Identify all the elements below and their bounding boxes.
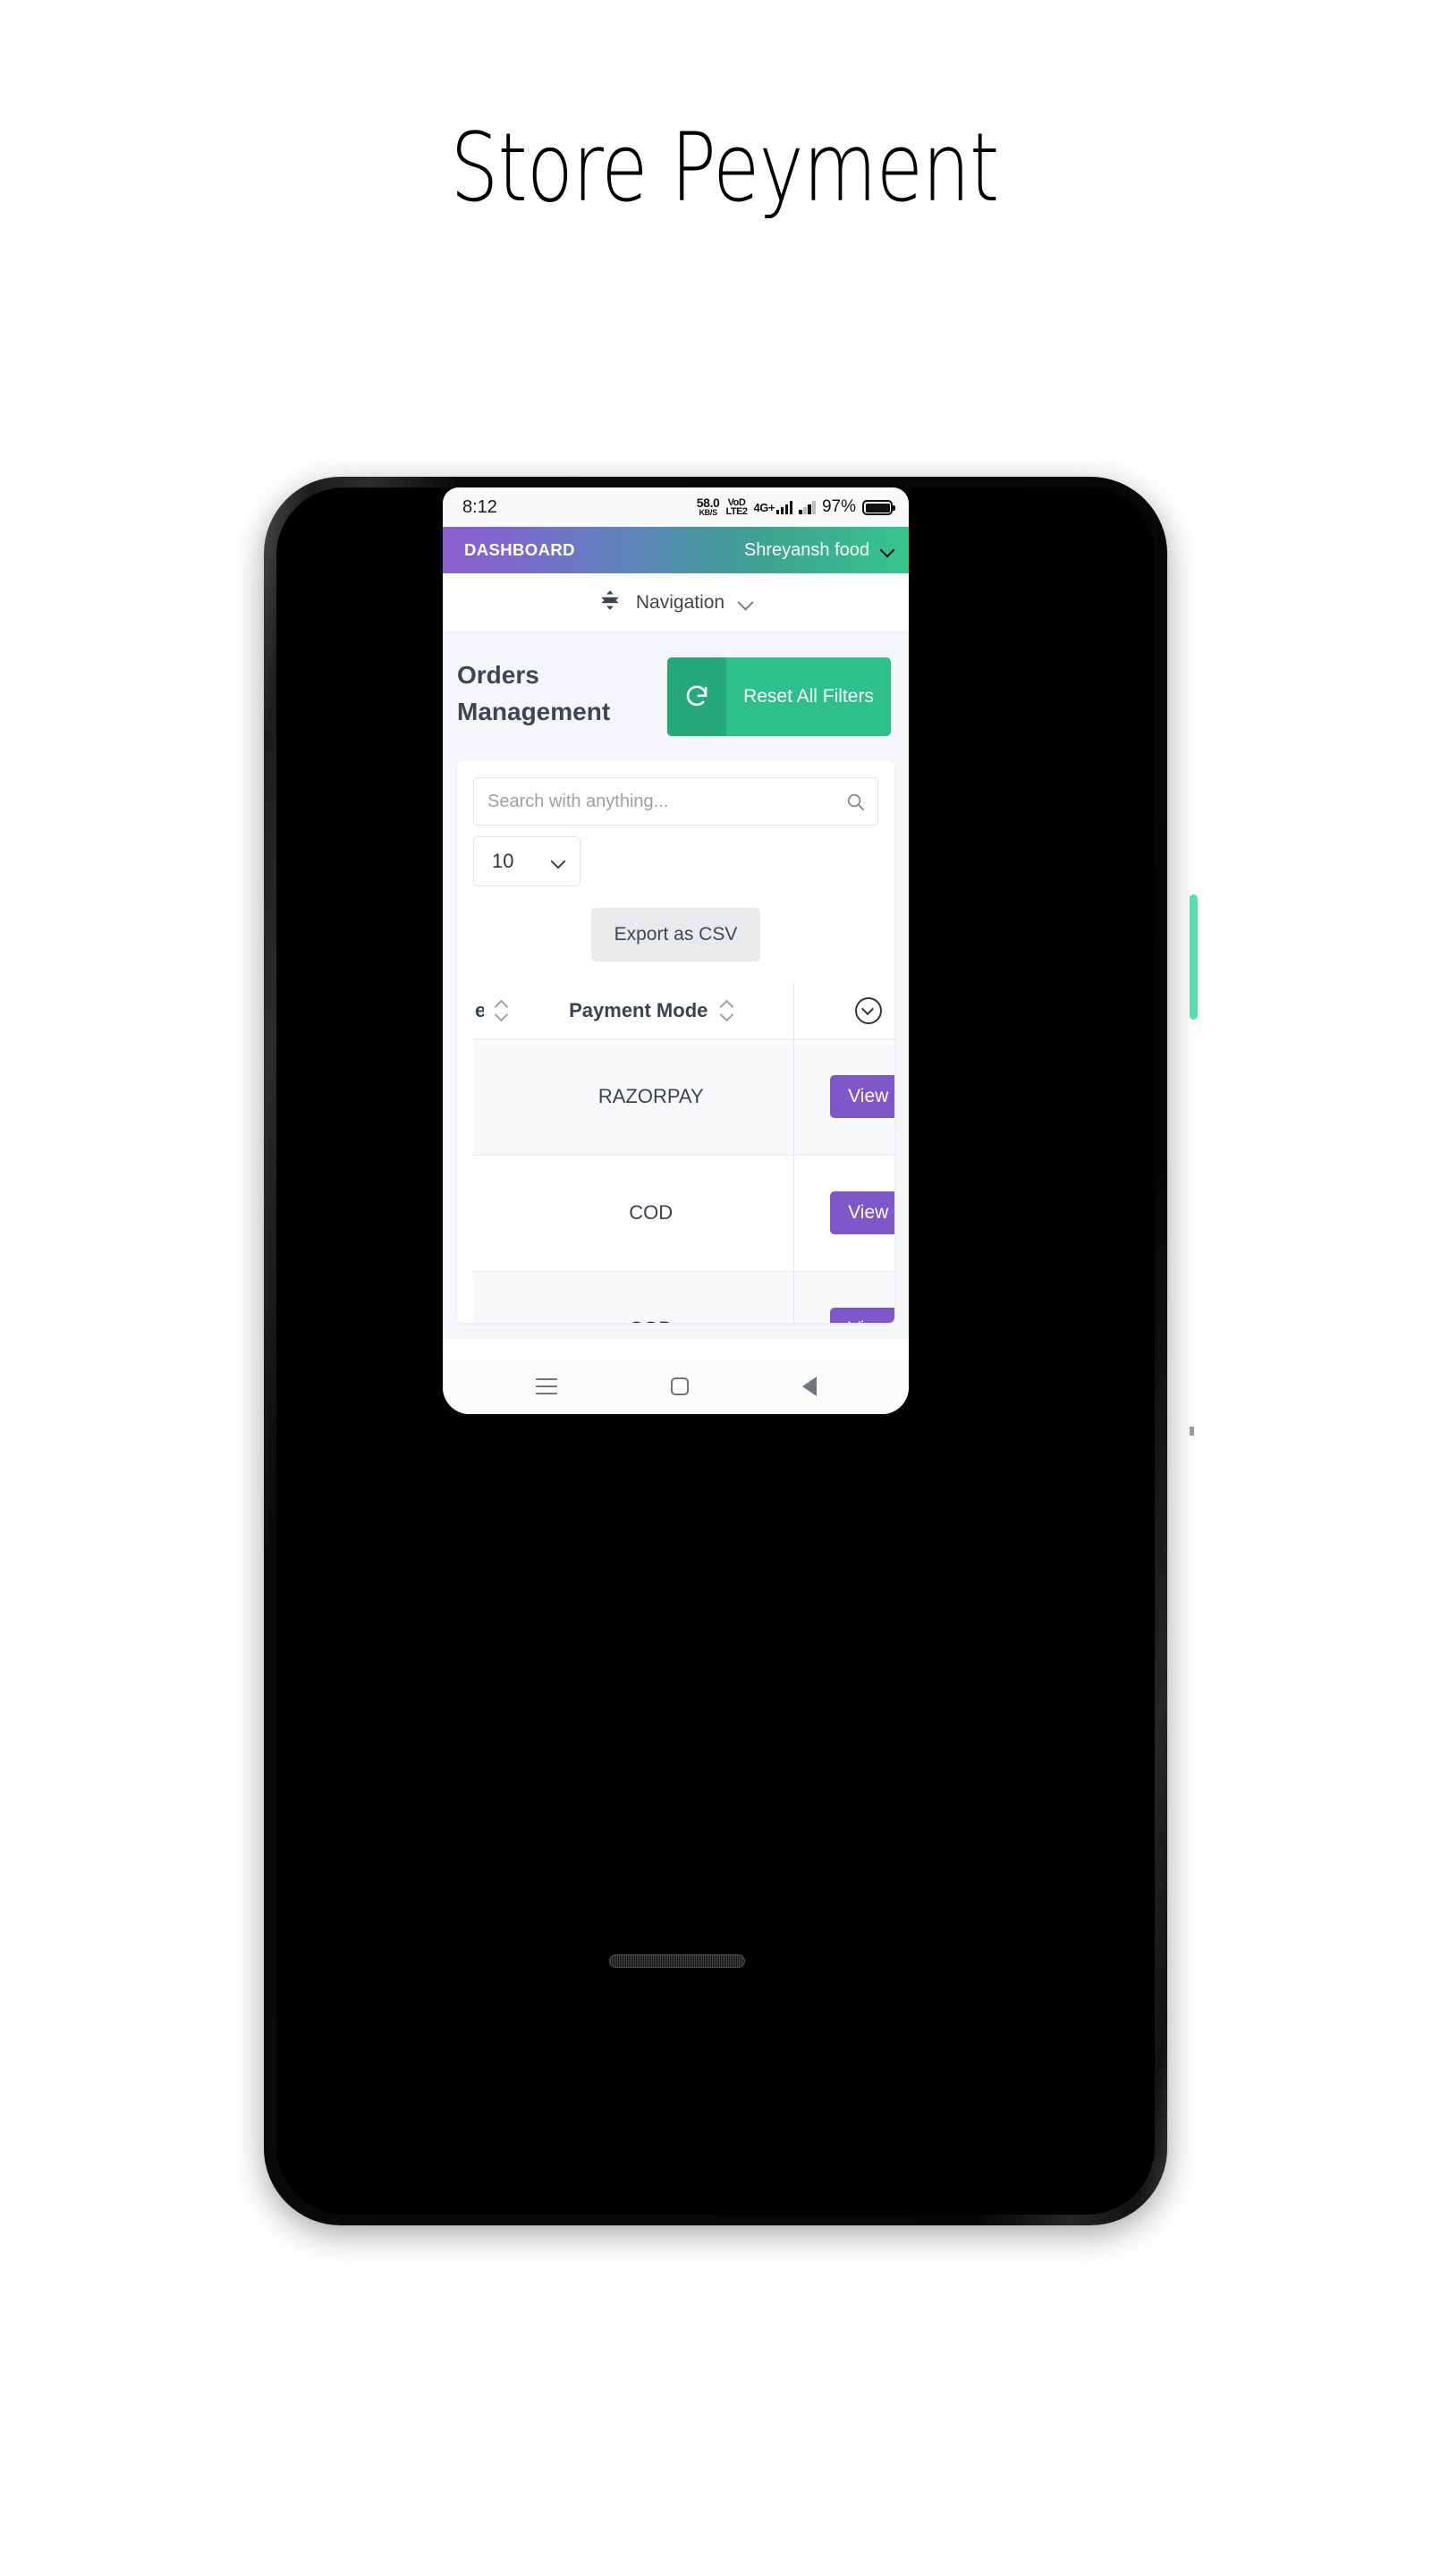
- status-icons: 58.0 KB/S VoD LTE2 4G+ 97%: [696, 496, 895, 518]
- scroll-indicator[interactable]: [1190, 894, 1198, 1020]
- row-truncated-cell: [473, 1155, 509, 1271]
- home-icon[interactable]: [670, 1377, 689, 1395]
- view-button[interactable]: View: [830, 1191, 894, 1234]
- row-payment-mode: COD: [509, 1155, 794, 1271]
- table-header-row: e Payment Mode: [473, 983, 894, 1038]
- reset-all-filters-label: Reset All Filters: [743, 685, 874, 707]
- column-header-actions[interactable]: [793, 983, 894, 1038]
- signal-bars-icon: [775, 500, 793, 514]
- battery-icon: [862, 499, 895, 515]
- status-bar: 8:12 58.0 KB/S VoD LTE2 4G+ 97%: [443, 487, 909, 527]
- network-speed-indicator: 58.0 KB/S: [696, 496, 720, 518]
- volte-bottom-label: LTE2: [725, 506, 748, 517]
- navigation-label: Navigation: [635, 591, 725, 613]
- back-icon[interactable]: [801, 1377, 817, 1396]
- chevron-down-icon: [552, 855, 565, 869]
- app-brand-title: DASHBOARD: [464, 540, 575, 559]
- bottom-speaker: [609, 1954, 745, 1968]
- orders-header: Orders Management Reset All Filters: [443, 632, 909, 736]
- scroll-dot: [1190, 1427, 1194, 1436]
- network-speed-value: 58.0: [696, 496, 720, 511]
- battery-percent: 97%: [821, 497, 856, 516]
- column-header-payment-mode[interactable]: Payment Mode: [509, 983, 794, 1038]
- table-row[interactable]: RAZORPAY View: [473, 1038, 894, 1155]
- orders-card: 10 Export as CSV: [457, 761, 894, 1323]
- status-time: 8:12: [462, 496, 497, 517]
- network-type-label: 4G+: [753, 500, 775, 514]
- store-selector[interactable]: Shreyansh food: [744, 540, 894, 561]
- circle-chevron-down-icon[interactable]: [854, 996, 882, 1024]
- orders-table-scroll[interactable]: e Payment Mode RAZORPAY View COD View: [473, 983, 894, 1323]
- search-input[interactable]: [473, 777, 878, 826]
- android-navigation-bar: [443, 1359, 909, 1414]
- row-truncated-cell: [473, 1038, 509, 1155]
- orders-title: Orders Management: [457, 661, 611, 725]
- navigation-toggle[interactable]: Navigation: [443, 573, 909, 632]
- orders-table: e Payment Mode RAZORPAY View COD View: [473, 983, 894, 1323]
- column-header-truncated-label: e: [475, 998, 484, 1021]
- search-icon[interactable]: [845, 792, 866, 817]
- column-header-truncated[interactable]: e: [473, 983, 509, 1038]
- orders-table-head: e Payment Mode: [473, 983, 894, 1038]
- view-button[interactable]: View: [830, 1075, 894, 1118]
- page-body: Orders Management Reset All Filters Sear…: [443, 632, 909, 1339]
- recents-icon[interactable]: [535, 1378, 557, 1394]
- store-name-label: Shreyansh food: [743, 539, 869, 560]
- page-title: Store Peyment: [450, 113, 1000, 223]
- search-field-wrapper: [473, 777, 878, 826]
- view-button[interactable]: View: [830, 1308, 894, 1323]
- phone-bezel: 8:12 58.0 KB/S VoD LTE2 4G+ 97% DASHBOAR…: [276, 487, 1155, 2215]
- reset-all-filters-button[interactable]: Reset All Filters: [667, 657, 891, 736]
- row-payment-mode: COD: [509, 1271, 794, 1323]
- row-truncated-cell: [473, 1271, 509, 1323]
- row-actions: View: [793, 1271, 894, 1323]
- app-header: DASHBOARD Shreyansh food: [443, 527, 909, 573]
- orders-table-body: RAZORPAY View COD View: [473, 1038, 894, 1323]
- phone-screen: 8:12 58.0 KB/S VoD LTE2 4G+ 97% DASHBOAR…: [443, 487, 909, 1414]
- row-actions: View: [793, 1155, 894, 1271]
- chevron-down-icon: [881, 544, 894, 556]
- phone-device: 8:12 58.0 KB/S VoD LTE2 4G+ 97% DASHBOAR…: [264, 477, 1167, 2225]
- page-size-select[interactable]: 10: [473, 836, 580, 886]
- chevron-down-icon: [739, 596, 753, 610]
- signal-bars-secondary-icon: [799, 500, 816, 514]
- row-actions: View: [793, 1038, 894, 1155]
- export-as-csv-button[interactable]: Export as CSV: [590, 908, 761, 962]
- volte-icon: VoD LTE2: [725, 497, 748, 517]
- refresh-icon: [667, 657, 726, 736]
- sort-toggle-icon[interactable]: [720, 999, 733, 1022]
- row-payment-mode: RAZORPAY: [509, 1038, 794, 1155]
- signal-indicator-primary: 4G+: [753, 500, 793, 514]
- page-size-value: 10: [492, 850, 514, 872]
- expand-vertical-icon: [598, 589, 622, 616]
- screenshot-root: Store Peyment 8:12 58.0 KB/S VoD LTE2 4G…: [0, 0, 1449, 2576]
- page-size-row: 10: [473, 836, 878, 886]
- table-row[interactable]: COD View: [473, 1155, 894, 1271]
- sort-toggle-icon[interactable]: [495, 999, 507, 1022]
- column-header-payment-mode-label: Payment Mode: [569, 998, 708, 1021]
- network-speed-unit: KB/S: [699, 508, 717, 518]
- table-row[interactable]: COD View: [473, 1271, 894, 1323]
- export-row: Export as CSV: [473, 908, 878, 962]
